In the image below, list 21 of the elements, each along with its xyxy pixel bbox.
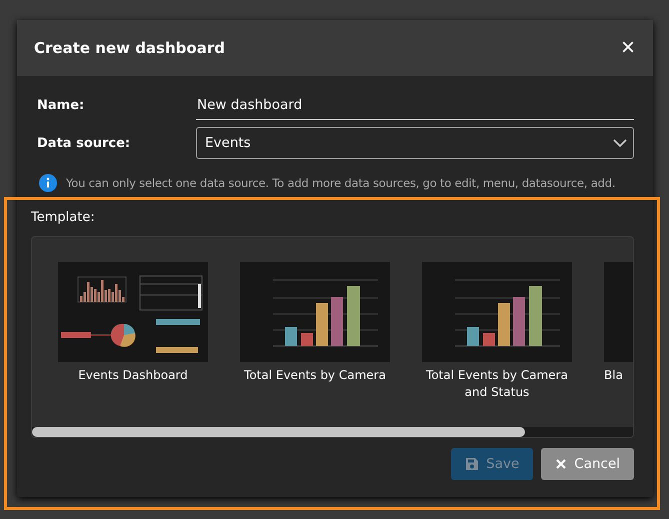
input-field[interactable]: New dashboard <box>196 90 634 120</box>
template-name: Bla <box>604 367 623 384</box>
template-name: Total Events by Camera <box>243 367 387 384</box>
chevron-down-icon <box>613 138 627 148</box>
info-text: You can only select one data source. To add more data sources, go to edit, menu, datasource, add. <box>66 176 616 190</box>
scrollbar-track[interactable] <box>32 427 633 437</box>
dropdown-field[interactable]: Events <box>196 127 634 159</box>
template-item[interactable]: Bla <box>604 262 633 401</box>
template-item[interactable]: Total Events by Camera and Status <box>422 262 572 401</box>
close-button[interactable]: × <box>618 36 637 60</box>
info-icon <box>39 174 57 192</box>
template-name: Events Dashboard <box>77 367 189 384</box>
template-item[interactable]: Total Events by Camera <box>240 262 390 401</box>
template-item[interactable]: Events Dashboard <box>58 262 208 401</box>
scrollbar-thumb[interactable] <box>32 427 525 437</box>
template-name: Total Events by Camera and Status <box>425 367 569 401</box>
field-label: Name: <box>36 98 86 112</box>
dialog-title: Create new dashboard <box>34 39 225 57</box>
field-label: Data source: <box>36 136 132 150</box>
close-icon <box>555 458 568 470</box>
template-label: Template: <box>31 210 96 225</box>
